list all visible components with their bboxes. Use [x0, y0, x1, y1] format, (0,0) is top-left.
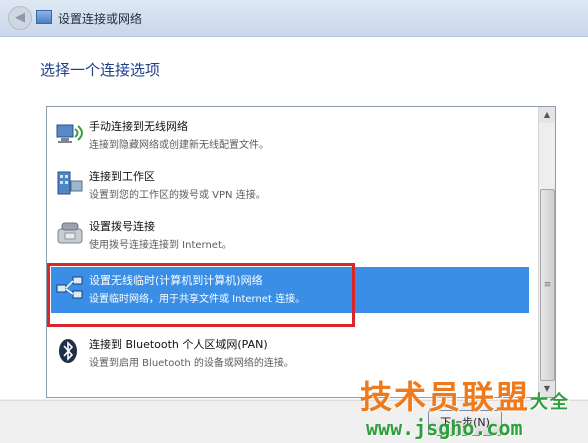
option-description: 设置到启用 Bluetooth 的设备或网络的连接。	[89, 358, 294, 369]
watermark-brand: 技术员联盟大全	[360, 378, 571, 416]
option-workplace[interactable]: 连接到工作区 设置到您的工作区的拨号或 VPN 连接。	[51, 163, 529, 209]
wireless-network-icon	[56, 124, 83, 143]
option-manual-wireless[interactable]: 手动连接到无线网络 连接到隐藏网络或创建新无线配置文件。	[51, 113, 529, 159]
back-button[interactable]: ◀	[8, 6, 32, 30]
selection-highlight-box	[47, 263, 355, 327]
option-title: 手动连接到无线网络	[89, 120, 188, 133]
bluetooth-icon	[59, 339, 77, 363]
dialup-phone-icon	[57, 222, 83, 244]
option-title: 连接到 Bluetooth 个人区域网(PAN)	[89, 338, 268, 351]
vertical-scrollbar[interactable]: ▲ ≡ ▼	[538, 107, 555, 397]
connection-options-list: 手动连接到无线网络 连接到隐藏网络或创建新无线配置文件。 连接到工作区 设置到您…	[46, 106, 556, 398]
site-watermark: 技术员联盟大全 www.jsgho.com	[360, 372, 588, 442]
option-title: 设置拨号连接	[89, 220, 155, 233]
watermark-url: www.jsgho.com	[366, 416, 523, 440]
title-bar: ◀ 设置连接或网络	[0, 0, 588, 37]
option-title: 连接到工作区	[89, 170, 155, 183]
wizard-content: 选择一个连接选项 手动连接到无线网络 连接到隐藏网络或创建新无线配置文件。 连接…	[0, 37, 588, 399]
option-bluetooth-pan[interactable]: 连接到 Bluetooth 个人区域网(PAN) 设置到启用 Bluetooth…	[51, 331, 529, 377]
option-description: 使用拨号连接连接到 Internet。	[89, 240, 232, 251]
option-description: 连接到隐藏网络或创建新无线配置文件。	[89, 140, 269, 151]
window-title: 设置连接或网络	[58, 12, 143, 26]
network-setup-icon	[36, 10, 52, 24]
scroll-thumb[interactable]: ≡	[540, 189, 555, 381]
option-description: 设置到您的工作区的拨号或 VPN 连接。	[89, 190, 266, 201]
page-heading: 选择一个连接选项	[40, 61, 161, 79]
workplace-icon	[57, 171, 83, 195]
option-dialup[interactable]: 设置拨号连接 使用拨号连接连接到 Internet。	[51, 213, 529, 259]
scroll-up-button[interactable]: ▲	[539, 107, 555, 123]
